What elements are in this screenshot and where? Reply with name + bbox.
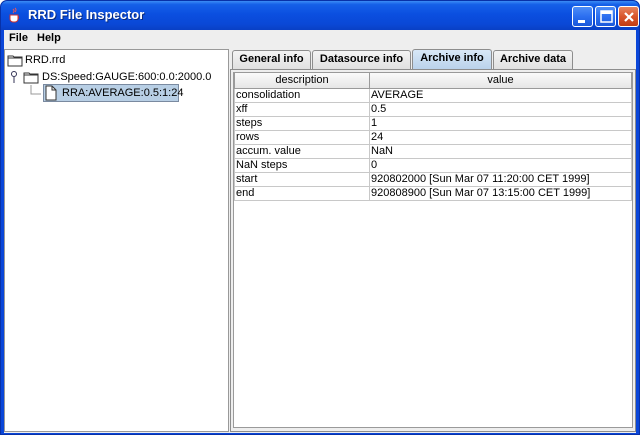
maximize-icon [600,10,613,23]
table-cell[interactable]: 920808900 [Sun Mar 07 13:15:00 CET 1999] [369,185,632,201]
table-cell[interactable]: 920802000 [Sun Mar 07 11:20:00 CET 1999] [369,171,632,187]
table-row[interactable]: NaN steps 0 [234,157,632,173]
column-header-description[interactable]: description [234,73,370,89]
table-cell[interactable]: 0.5 [369,101,632,117]
table-cell[interactable]: 1 [369,115,632,131]
tab-datasource-info[interactable]: Datasource info [312,50,411,69]
table-cell[interactable]: 24 [369,129,632,145]
tab-archive-info[interactable]: Archive info [412,49,492,70]
table-row[interactable]: steps 1 [234,115,632,131]
table-cell[interactable]: NaN [369,143,632,159]
table-row[interactable]: accum. value NaN [234,143,632,159]
details-panel: General info Datasource info Archive inf… [230,49,636,432]
tree-label-root: RRD.rrd [25,54,66,66]
tab-general-info[interactable]: General info [232,50,311,69]
close-icon [624,12,634,22]
table-cell[interactable]: end [234,185,370,201]
tab-archive-data[interactable]: Archive data [493,50,573,69]
client-area: File Help RRD.rrd DS:Speed:GAUGE:600:0.0… [4,30,636,433]
menu-help[interactable]: Help [37,32,61,44]
table-row[interactable]: rows 24 [234,129,632,145]
archive-info-content: description value consolidation AVERAGE … [230,69,636,432]
table-cell[interactable]: steps [234,115,370,131]
maximize-button[interactable] [595,6,616,27]
tree-expand-handle-icon[interactable] [9,70,23,84]
tree-connector [30,85,41,95]
minimize-button[interactable] [572,6,593,27]
title-bar[interactable]: RRD File Inspector [1,1,639,30]
folder-icon [23,72,39,84]
table-row[interactable]: xff 0.5 [234,101,632,117]
table-cell[interactable]: xff [234,101,370,117]
tree-node-archive[interactable]: RRA:AVERAGE:0.5:1:24 [43,84,183,102]
tree-label-archive: RRA:AVERAGE:0.5:1:24 [62,87,184,99]
table-cell[interactable]: consolidation [234,87,370,103]
table-row[interactable]: start 920802000 [Sun Mar 07 11:20:00 CET… [234,171,632,187]
tree-label-datasource: DS:Speed:GAUGE:600:0.0:2000.0 [42,71,212,83]
table-header-row: description value [234,73,632,89]
app-window: RRD File Inspector File Help RRD.rrd DS:… [0,0,640,435]
table-row[interactable]: consolidation AVERAGE [234,87,632,103]
file-tree[interactable]: RRD.rrd DS:Speed:GAUGE:600:0.0:2000.0 RR… [4,49,229,432]
table-cell[interactable]: rows [234,129,370,145]
table-cell[interactable]: AVERAGE [369,87,632,103]
menu-bar: File Help [4,30,636,47]
folder-icon [7,55,23,67]
menu-file[interactable]: File [9,32,28,44]
table-row[interactable]: end 920808900 [Sun Mar 07 13:15:00 CET 1… [234,185,632,201]
table-cell[interactable]: start [234,171,370,187]
column-header-value[interactable]: value [369,73,632,89]
java-cup-icon [7,7,23,23]
table-cell[interactable]: NaN steps [234,157,370,173]
table-cell[interactable]: accum. value [234,143,370,159]
window-title: RRD File Inspector [28,7,145,22]
table-cell[interactable]: 0 [369,157,632,173]
archive-info-table[interactable]: description value consolidation AVERAGE … [233,72,633,428]
minimize-icon [578,20,585,23]
file-icon [45,85,57,101]
close-button[interactable] [618,6,639,27]
